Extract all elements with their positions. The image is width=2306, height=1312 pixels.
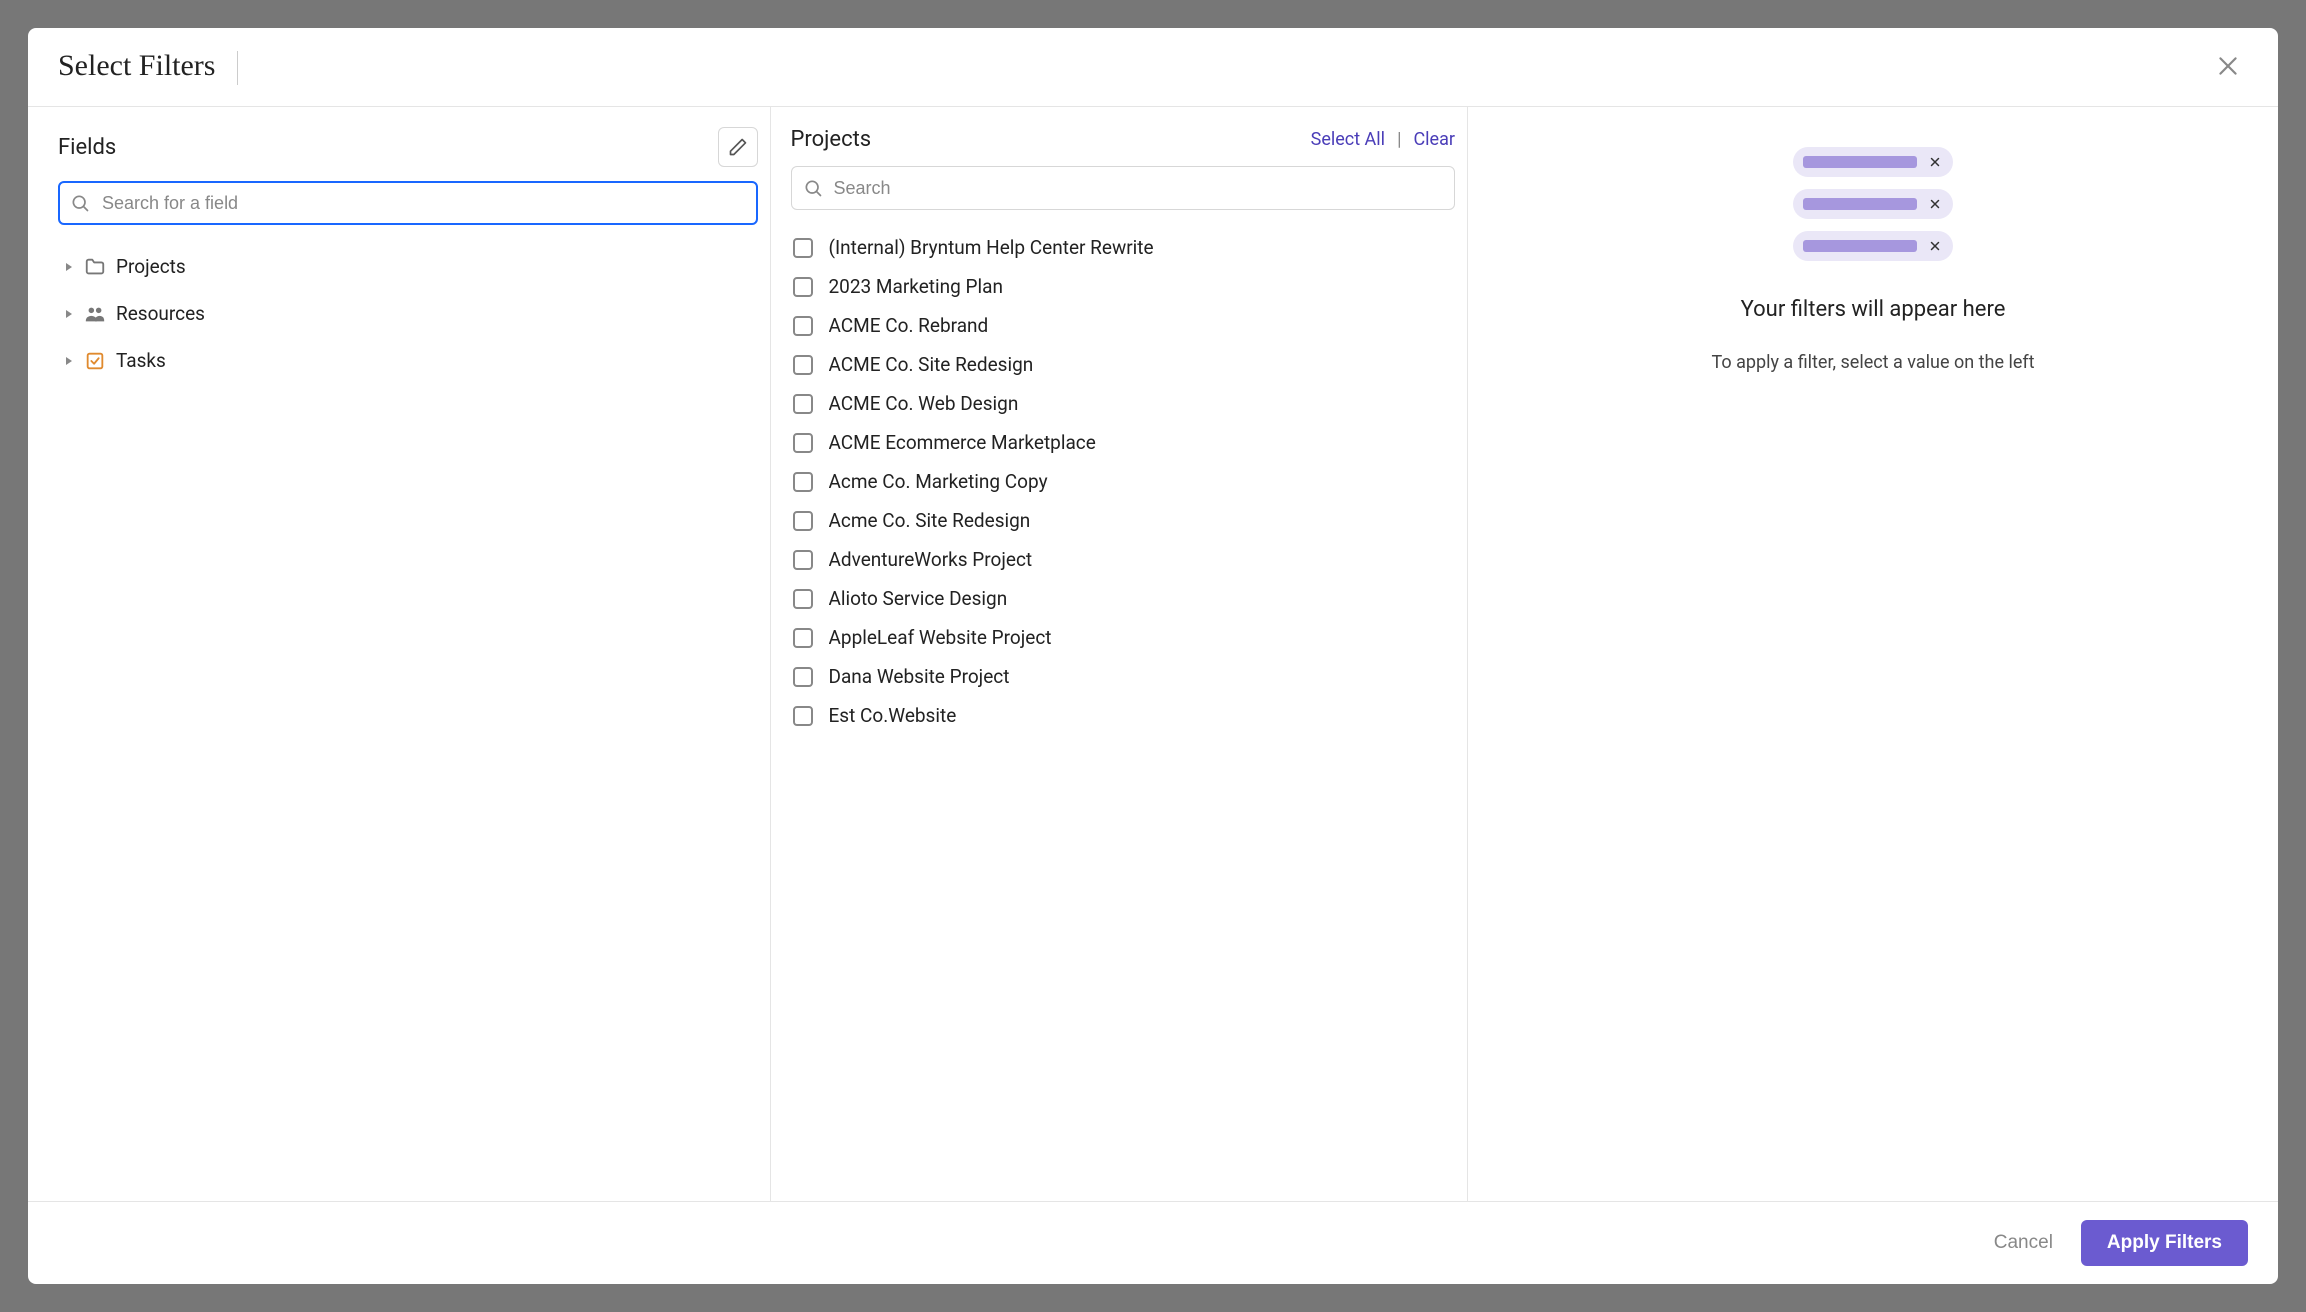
preview-subtitle: To apply a filter, select a value on the… [1711,352,2034,373]
checkbox[interactable] [793,316,813,336]
modal-header: Select Filters [28,28,2278,107]
select-all-link[interactable]: Select All [1311,129,1385,150]
checkbox[interactable] [793,277,813,297]
checkbox[interactable] [793,589,813,609]
search-icon [803,178,823,198]
chip-placeholder-bar [1803,240,1917,252]
values-panel-header: Projects Select All | Clear [791,127,1456,152]
preview-title: Your filters will appear here [1741,297,2006,322]
modal-title: Select Filters [58,49,215,83]
tree-item-tasks[interactable]: Tasks [58,337,752,384]
folder-icon [84,256,106,278]
value-label: ACME Ecommerce Marketplace [829,431,1096,454]
value-row[interactable]: Est Co.Website [791,696,1448,735]
value-label: ACME Co. Site Redesign [829,353,1034,376]
tree-item-label: Resources [116,302,205,325]
value-row[interactable]: ACME Ecommerce Marketplace [791,423,1448,462]
close-icon [2215,53,2241,79]
apply-filters-button[interactable]: Apply Filters [2081,1220,2248,1266]
value-row[interactable]: Alioto Service Design [791,579,1448,618]
value-row[interactable]: ACME Co. Web Design [791,384,1448,423]
value-row[interactable]: (Internal) Bryntum Help Center Rewrite [791,228,1448,267]
cancel-button[interactable]: Cancel [1994,1232,2053,1254]
fields-search-wrap [58,181,758,225]
value-label: 2023 Marketing Plan [829,275,1003,298]
value-row[interactable]: Acme Co. Marketing Copy [791,462,1448,501]
value-label: ACME Co. Rebrand [829,314,989,337]
pencil-icon [728,137,748,157]
fields-tree[interactable]: Projects Resources [58,243,758,1181]
search-icon [70,193,90,213]
checkbox[interactable] [793,355,813,375]
people-icon [84,303,106,325]
modal-footer: Cancel Apply Filters [28,1202,2278,1284]
values-panel: Projects Select All | Clear (Internal) B… [771,107,1469,1201]
checkbox[interactable] [793,706,813,726]
preview-panel: Your filters will appear here To apply a… [1468,107,2278,1201]
chevron-right-icon [64,309,74,319]
value-label: (Internal) Bryntum Help Center Rewrite [829,236,1154,259]
select-filters-modal: Select Filters Fields [28,28,2278,1284]
value-label: Alioto Service Design [829,587,1008,610]
checkbox[interactable] [793,394,813,414]
checkbox[interactable] [793,667,813,687]
fields-heading: Fields [58,135,116,160]
tree-item-projects[interactable]: Projects [58,243,752,290]
value-row[interactable]: ACME Co. Site Redesign [791,345,1448,384]
clear-link[interactable]: Clear [1413,129,1455,150]
chip-placeholder-bar [1803,198,1917,210]
values-search-input[interactable] [791,166,1456,210]
checkbox[interactable] [793,433,813,453]
link-separator: | [1397,129,1401,150]
checkbox[interactable] [793,238,813,258]
filter-chip-placeholder [1793,147,1953,177]
fields-panel: Fields Projects [28,107,771,1201]
title-divider [237,51,238,85]
close-button[interactable] [2208,46,2248,86]
filter-chip-placeholder [1793,189,1953,219]
values-heading: Projects [791,127,872,152]
value-label: Acme Co. Site Redesign [829,509,1031,532]
chevron-right-icon [64,356,74,366]
modal-body: Fields Projects [28,107,2278,1202]
value-row[interactable]: ACME Co. Rebrand [791,306,1448,345]
checkbox[interactable] [793,550,813,570]
value-label: Acme Co. Marketing Copy [829,470,1048,493]
checkbox[interactable] [793,472,813,492]
chip-close-icon [1927,238,1943,254]
checkbox[interactable] [793,628,813,648]
value-label: Dana Website Project [829,665,1010,688]
checkbox[interactable] [793,511,813,531]
tree-item-resources[interactable]: Resources [58,290,752,337]
values-search-wrap [791,166,1456,210]
tree-item-label: Tasks [116,349,166,372]
value-label: ACME Co. Web Design [829,392,1019,415]
values-list[interactable]: (Internal) Bryntum Help Center Rewrite 2… [791,228,1456,1201]
chip-placeholder-bar [1803,156,1917,168]
tree-item-label: Projects [116,255,186,278]
value-row[interactable]: 2023 Marketing Plan [791,267,1448,306]
chip-close-icon [1927,196,1943,212]
task-check-icon [84,350,106,372]
value-row[interactable]: Acme Co. Site Redesign [791,501,1448,540]
chip-close-icon [1927,154,1943,170]
fields-search-input[interactable] [58,181,758,225]
value-row[interactable]: Dana Website Project [791,657,1448,696]
fields-panel-header: Fields [58,127,758,167]
value-label: AdventureWorks Project [829,548,1033,571]
chevron-right-icon [64,262,74,272]
edit-fields-button[interactable] [718,127,758,167]
value-label: AppleLeaf Website Project [829,626,1052,649]
value-row[interactable]: AppleLeaf Website Project [791,618,1448,657]
filter-chip-placeholder [1793,231,1953,261]
value-row[interactable]: AdventureWorks Project [791,540,1448,579]
value-label: Est Co.Website [829,704,957,727]
